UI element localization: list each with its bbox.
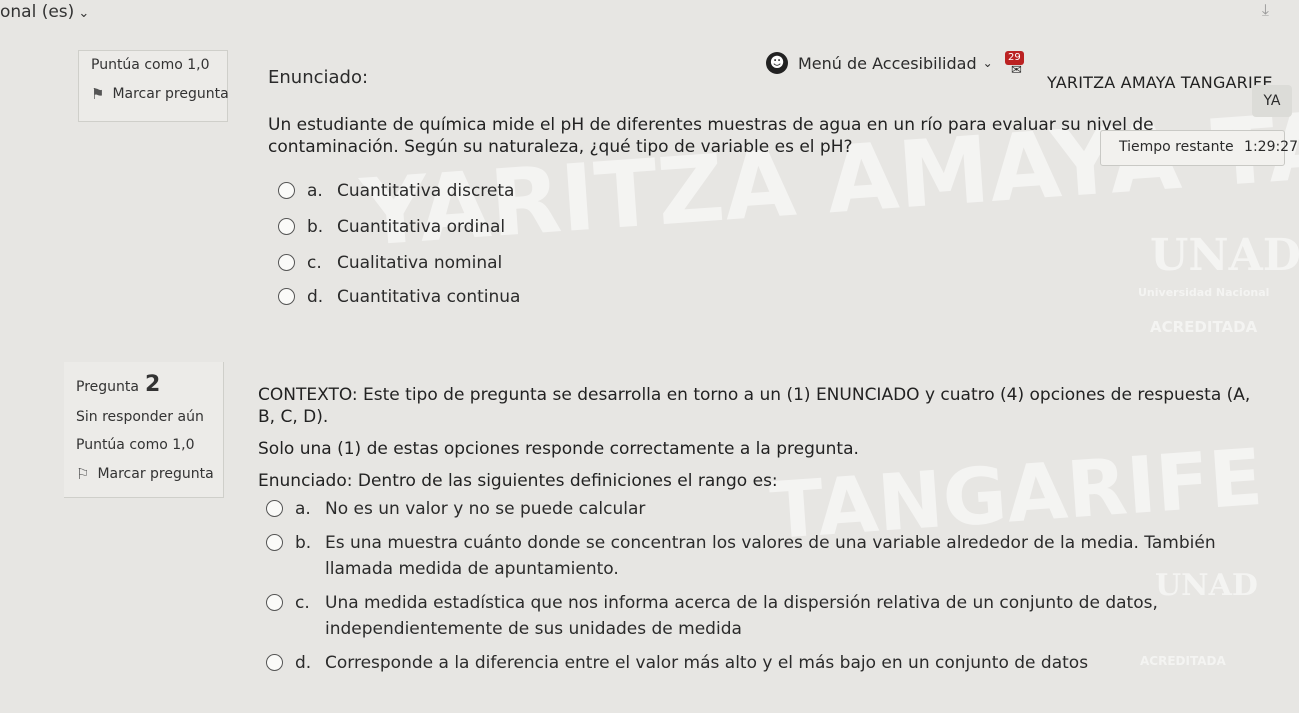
question-statement: Enunciado: Dentro de las siguientes defi… <box>258 471 778 491</box>
answer-option-d[interactable]: d. Corresponde a la diferencia entre el … <box>266 650 1088 676</box>
question-status: Sin responder aún <box>76 409 204 425</box>
option-text: Corresponde a la diferencia entre el val… <box>325 653 1089 673</box>
watermark-badge: ACREDITADA <box>1150 318 1258 336</box>
question-2-text: CONTEXTO: Este tipo de pregunta se desar… <box>258 384 1258 502</box>
answer-option-c[interactable]: c. Una medida estadística que nos inform… <box>266 590 1265 642</box>
messages-button[interactable]: 29 ✉ <box>1005 51 1027 78</box>
radio-icon[interactable] <box>278 182 295 199</box>
context-line-2: Solo una (1) de estas opciones responde … <box>258 439 859 459</box>
question-score: Puntúa como 1,0 <box>76 437 195 453</box>
flag-question-label: Marcar pregunta <box>97 466 214 482</box>
radio-icon[interactable] <box>266 500 283 517</box>
option-letter: a. <box>307 181 323 201</box>
language-selector[interactable]: onal (es) ⌄ <box>0 2 89 22</box>
answer-option-a[interactable]: a. No es un valor y no se puede calcular <box>266 496 645 522</box>
option-letter: c. <box>295 593 310 613</box>
watermark-logo: UNAD <box>1150 230 1299 281</box>
option-letter: d. <box>307 287 324 307</box>
option-text: Es una muestra cuánto donde se concentra… <box>325 533 1216 579</box>
chevron-down-icon: ⌄ <box>78 6 90 21</box>
answer-option-a[interactable]: a. Cuantitativa discreta <box>278 178 514 204</box>
radio-icon[interactable] <box>278 254 295 271</box>
flag-icon: ⚐ <box>76 465 90 483</box>
radio-icon[interactable] <box>278 288 295 305</box>
chevron-down-icon: ⌄ <box>982 56 993 70</box>
option-text: Cuantitativa continua <box>337 287 521 307</box>
radio-icon[interactable] <box>266 594 283 611</box>
quiz-page: YARITZA AMAYA TANGA TANGARIFE UNAD Unive… <box>0 0 1299 713</box>
watermark-caption: Universidad Nacional <box>1138 286 1270 299</box>
option-letter: b. <box>307 217 324 237</box>
option-text: Cuantitativa ordinal <box>337 217 506 237</box>
option-letter: a. <box>295 499 311 519</box>
question-score: Puntúa como 1,0 <box>91 57 210 73</box>
flag-question-label: Marcar pregunta <box>112 86 229 102</box>
envelope-icon: ✉ <box>1011 63 1022 78</box>
question-label: Pregunta <box>76 379 139 395</box>
watermark-badge-2: ACREDITADA <box>1140 654 1226 668</box>
option-text: Cuantitativa discreta <box>337 181 515 201</box>
option-text: Una medida estadística que nos informa a… <box>325 593 1158 639</box>
context-line-1: CONTEXTO: Este tipo de pregunta se desar… <box>258 385 1251 427</box>
question-number: Pregunta 2 <box>76 372 223 397</box>
option-letter: b. <box>295 533 312 553</box>
radio-icon[interactable] <box>266 534 283 551</box>
accessibility-menu-label: Menú de Accesibilidad <box>798 53 977 73</box>
option-text: Cualitativa nominal <box>337 253 503 273</box>
question-1-text: Un estudiante de química mide el pH de d… <box>268 115 1154 157</box>
language-label: onal (es) <box>0 2 75 22</box>
question-2-info: Pregunta 2 Sin responder aún Puntúa como … <box>64 362 224 498</box>
accessibility-menu[interactable]: ☻ Menú de Accesibilidad ⌄ <box>766 52 993 74</box>
answer-option-b[interactable]: b. Es una muestra cuánto donde se concen… <box>266 530 1265 582</box>
option-text: No es un valor y no se puede calcular <box>325 499 646 519</box>
question-number-value: 2 <box>144 372 161 397</box>
option-letter: c. <box>307 253 322 273</box>
user-name[interactable]: YARITZA AMAYA TANGARIFE <box>1047 73 1273 92</box>
answer-option-b[interactable]: b. Cuantitativa ordinal <box>278 214 505 240</box>
top-bar: onal (es) ⌄ ⤓ <box>0 0 1299 38</box>
accessibility-icon: ☻ <box>766 52 788 74</box>
radio-icon[interactable] <box>266 654 283 671</box>
flag-question-button[interactable]: ⚑ Marcar pregunta <box>91 85 229 103</box>
top-icons: ⤓ <box>1222 0 1269 20</box>
answer-option-c[interactable]: c. Cualitativa nominal <box>278 250 502 276</box>
download-icon[interactable]: ⤓ <box>1262 0 1269 19</box>
option-letter: d. <box>295 653 312 673</box>
avatar[interactable]: YA <box>1252 85 1292 117</box>
flag-question-button[interactable]: ⚐ Marcar pregunta <box>76 465 223 483</box>
flag-icon: ⚑ <box>91 85 105 103</box>
question-1-info: Puntúa como 1,0 ⚑ Marcar pregunta <box>78 50 229 122</box>
statement-label: Enunciado: <box>268 67 369 88</box>
radio-icon[interactable] <box>278 218 295 235</box>
answer-option-d[interactable]: d. Cuantitativa continua <box>278 284 520 310</box>
